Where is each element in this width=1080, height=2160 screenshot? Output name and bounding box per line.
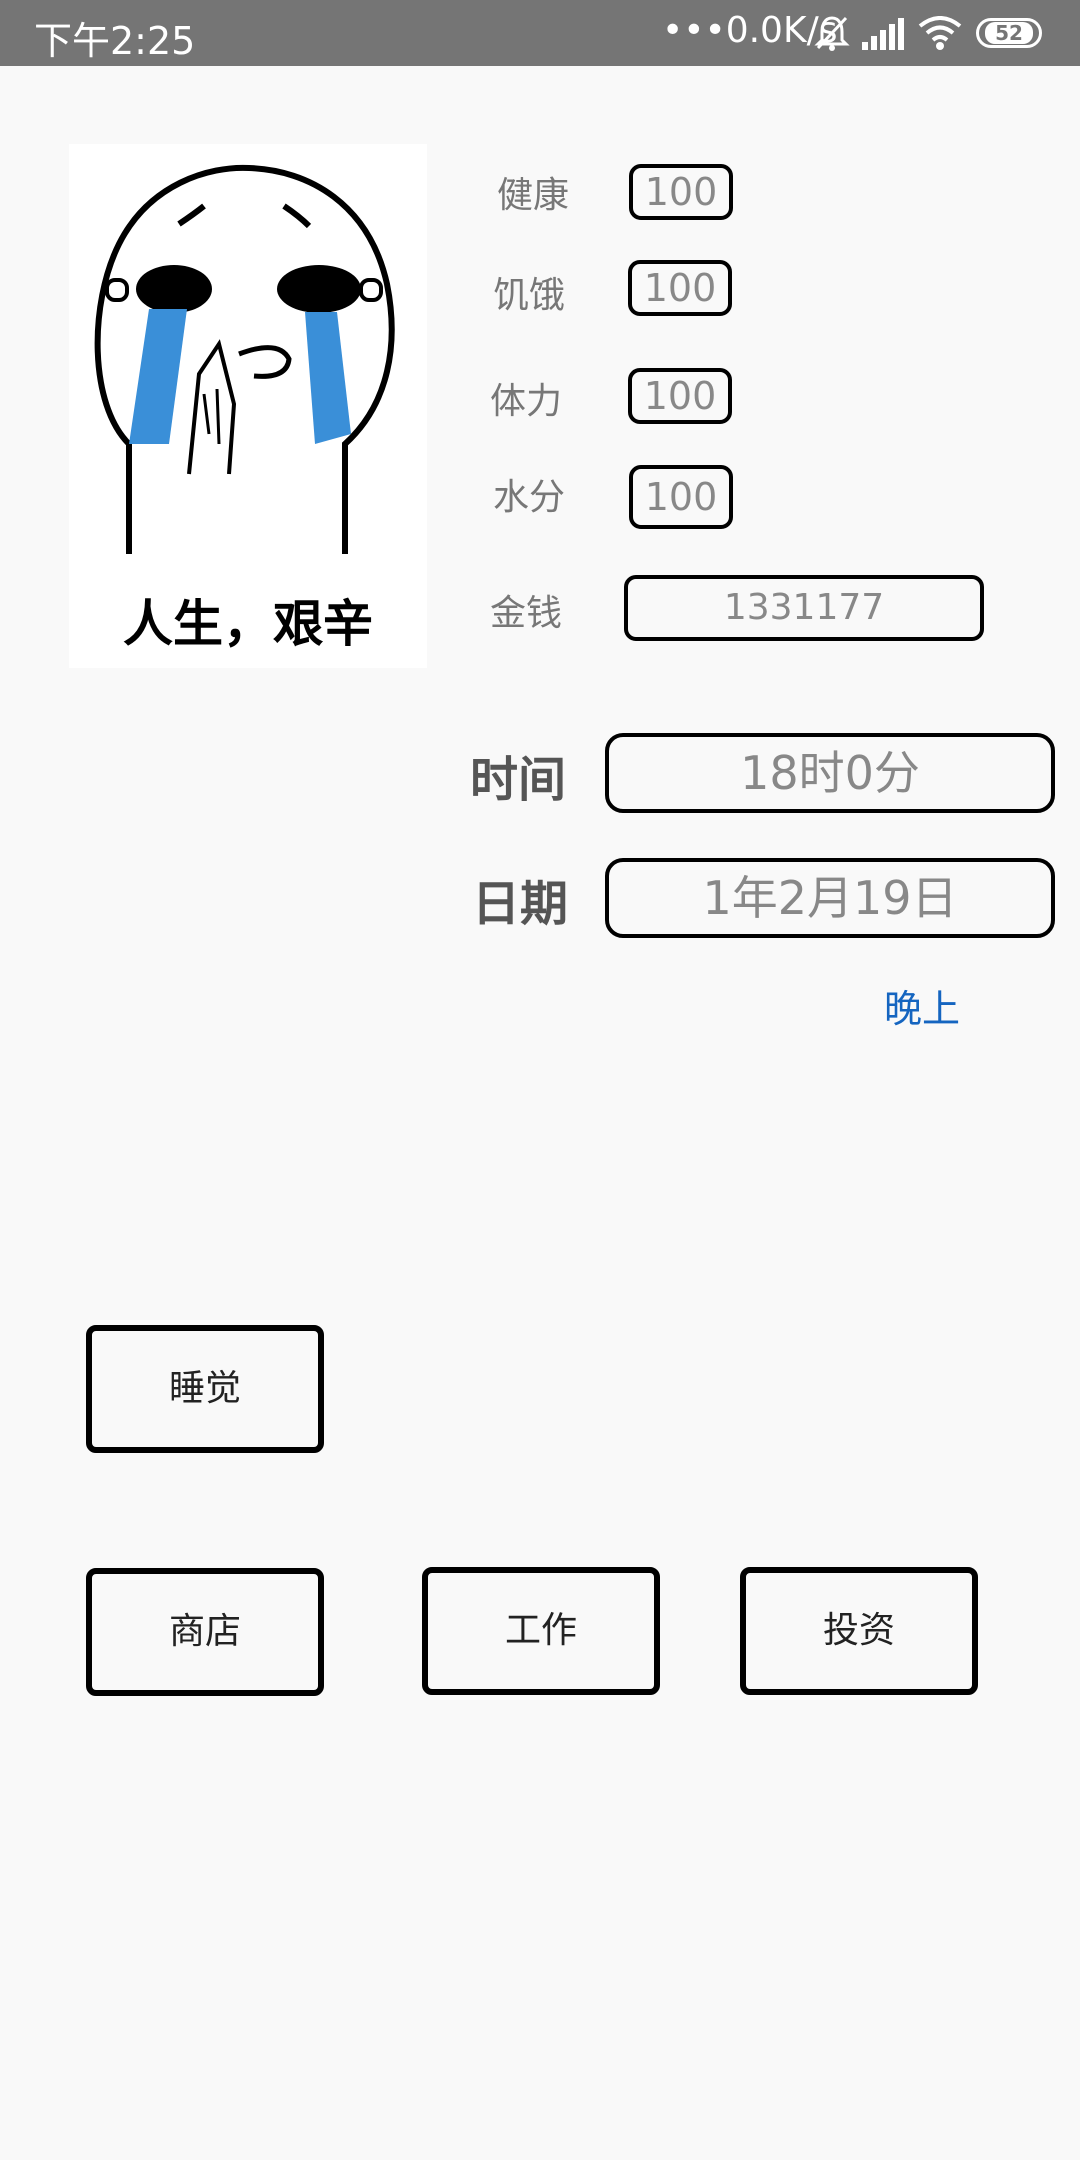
hunger-value-field: 100 (628, 260, 732, 316)
work-button[interactable]: 工作 (422, 1567, 660, 1695)
date-value-field: 1年2月19日 (605, 858, 1055, 938)
signal-icon (862, 18, 904, 50)
avatar-meme-image: 人生，艰辛 (69, 144, 427, 668)
water-value: 100 (644, 475, 718, 519)
date-value: 1年2月19日 (702, 871, 958, 925)
time-label: 时间 (470, 752, 567, 808)
bell-muted-icon (814, 16, 850, 51)
sleep-button[interactable]: 睡觉 (86, 1325, 324, 1453)
wifi-icon (918, 16, 962, 50)
money-value-field: 1331177 (624, 575, 984, 641)
time-value: 18时0分 (740, 746, 920, 800)
water-value-field: 100 (629, 465, 733, 529)
hunger-label: 饥饿 (493, 275, 566, 316)
hunger-value: 100 (643, 266, 717, 310)
shop-button[interactable]: 商店 (86, 1568, 324, 1696)
money-label: 金钱 (490, 593, 563, 634)
crying-face-illustration (94, 164, 395, 554)
stamina-value-field: 100 (628, 368, 732, 424)
status-bar: 下午2:25 •••0.0K/s 52 (0, 0, 1080, 66)
invest-button[interactable]: 投资 (740, 1567, 978, 1695)
status-time: 下午2:25 (34, 19, 196, 63)
stamina-value: 100 (643, 374, 717, 418)
water-label: 水分 (493, 477, 566, 518)
battery-icon: 52 (976, 18, 1042, 48)
network-speed: •••0.0K/s (662, 10, 838, 51)
money-value: 1331177 (723, 587, 885, 628)
meme-caption: 人生，艰辛 (123, 595, 373, 653)
day-period-label: 晚上 (884, 987, 961, 1031)
date-label: 日期 (472, 876, 569, 932)
health-label: 健康 (497, 175, 570, 216)
health-value: 100 (644, 170, 718, 214)
battery-level: 52 (985, 22, 1033, 44)
health-value-field: 100 (629, 164, 733, 220)
stamina-label: 体力 (490, 381, 563, 422)
time-value-field: 18时0分 (605, 733, 1055, 813)
